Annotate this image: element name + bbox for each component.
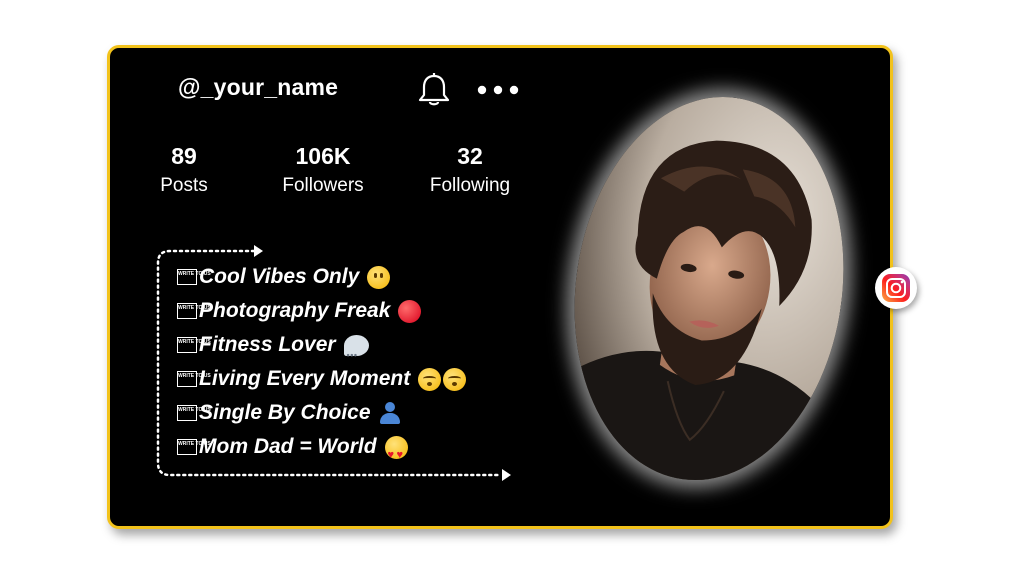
kissing-face-icon — [418, 367, 442, 391]
bio-line: WRITE TO US Living Every Moment — [177, 362, 467, 396]
bio-line-text: Living Every Moment — [199, 367, 411, 390]
write-to-us-tag: WRITE TO US — [177, 337, 211, 353]
profile-photo-image — [550, 79, 868, 498]
write-to-us-tag: WRITE TO US — [177, 303, 211, 319]
bell-icon[interactable] — [417, 72, 451, 108]
stat-following[interactable]: 32 Following — [415, 142, 525, 200]
following-label: Following — [429, 175, 511, 196]
slightly-smiling-face-icon — [367, 265, 391, 289]
bio-line: WRITE TO US Fitness Lover — [177, 328, 466, 372]
kissing-face-icon — [443, 367, 467, 391]
bio-line-text: Cool Vibes Only — [199, 265, 360, 288]
followers-label: Followers — [282, 175, 364, 196]
write-to-us-tag: WRITE TO US — [177, 269, 211, 285]
bio-line: WRITE TO US Photography Freak — [177, 294, 466, 328]
stat-posts[interactable]: 89 Posts — [144, 142, 224, 200]
bust-in-silhouette-icon — [379, 401, 401, 425]
red-circle-icon — [398, 299, 422, 323]
profile-photo[interactable] — [550, 79, 868, 498]
posts-label: Posts — [160, 175, 208, 196]
following-count: 32 — [457, 143, 483, 169]
bio-line-text: Photography Freak — [199, 299, 391, 322]
write-to-us-tag: WRITE TO US — [177, 371, 211, 387]
bio-line: WRITE TO US Single By Choice — [177, 396, 466, 430]
username[interactable]: @_your_name — [178, 74, 338, 101]
heart-eyes-face-icon — [384, 435, 408, 472]
write-to-us-tag: WRITE TO US — [177, 439, 211, 455]
stat-followers[interactable]: 106K Followers — [268, 142, 378, 200]
bio-line: WRITE TO US Mom Dad = World — [177, 430, 466, 472]
bio-line-text: Fitness Lover — [199, 333, 336, 356]
instagram-logo-icon — [882, 274, 910, 302]
followers-count: 106K — [295, 143, 351, 169]
more-dots-icon[interactable] — [477, 84, 519, 96]
write-to-us-tag: WRITE TO US — [177, 405, 211, 421]
bio-line-text: Single By Choice — [199, 401, 371, 424]
bio-line: WRITE TO US Cool Vibes Only — [177, 260, 466, 294]
bio-line-text: Mom Dad = World — [199, 435, 377, 458]
bio-list: WRITE TO US Cool Vibes Only WRITE TO US … — [177, 260, 467, 472]
speech-balloon-icon — [343, 334, 369, 372]
posts-count: 89 — [171, 143, 197, 169]
profile-card: @_your_name 89 Posts 106K Followers 32 F… — [107, 45, 893, 529]
instagram-icon[interactable] — [875, 267, 917, 309]
